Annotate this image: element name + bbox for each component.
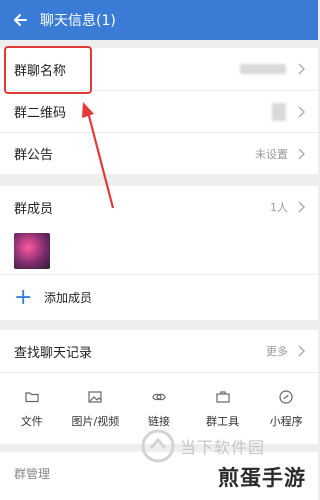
group-notice-label: 群公告: [14, 148, 54, 163]
watermark: 当下软件园 煎蛋手游: [140, 422, 318, 500]
chevron-right-icon: [298, 106, 305, 117]
member-avatar[interactable]: [14, 233, 50, 269]
tool-media[interactable]: 图片/视频: [67, 389, 123, 429]
annotation-highlight-box: [4, 46, 92, 94]
member-avatar-list: [0, 228, 318, 274]
members-card: 群成员 1人 + 添加成员: [0, 186, 318, 320]
group-qr-label: 群二维码: [14, 106, 67, 121]
watermark-logo-icon: [141, 429, 175, 463]
members-row[interactable]: 群成员 1人: [0, 186, 318, 228]
link-icon: [152, 393, 166, 400]
image-icon: [88, 390, 102, 403]
watermark-text-primary: 当下软件园: [180, 438, 266, 457]
group-qr-row[interactable]: 群二维码: [0, 90, 318, 132]
toolbox-icon: [215, 390, 230, 403]
tool-files[interactable]: 文件: [4, 389, 60, 429]
folder-icon: [25, 391, 39, 402]
chevron-right-icon: [298, 345, 305, 357]
tool-label: 文件: [20, 414, 43, 428]
members-label: 群成员: [14, 201, 54, 217]
tool-label: 图片/视频: [71, 414, 120, 428]
chevron-right-icon: [298, 201, 305, 213]
qr-code-thumbnail-blurred: [272, 102, 286, 121]
group-name-value-blurred: [240, 64, 286, 74]
chevron-right-icon: [298, 63, 305, 75]
members-count: 1人: [270, 201, 288, 214]
add-member-label: 添加成员: [44, 291, 93, 305]
watermark-text-secondary: 煎蛋手游: [218, 466, 306, 490]
search-history-label: 查找聊天记录: [14, 345, 93, 361]
group-notice-value: 未设置: [255, 147, 288, 161]
plus-icon: +: [14, 284, 33, 310]
more-label: 更多: [266, 345, 288, 358]
top-bar: 聊天信息(1): [0, 0, 318, 40]
back-arrow-icon: [14, 14, 27, 26]
group-notice-row[interactable]: 群公告 未设置: [0, 132, 318, 174]
search-history-row[interactable]: 查找聊天记录 更多: [0, 330, 318, 372]
page-title: 聊天信息(1): [40, 13, 116, 29]
add-member-row[interactable]: + 添加成员: [0, 274, 318, 320]
chevron-right-icon: [298, 148, 305, 159]
mini-program-icon: [279, 389, 293, 404]
back-button[interactable]: [0, 0, 40, 40]
